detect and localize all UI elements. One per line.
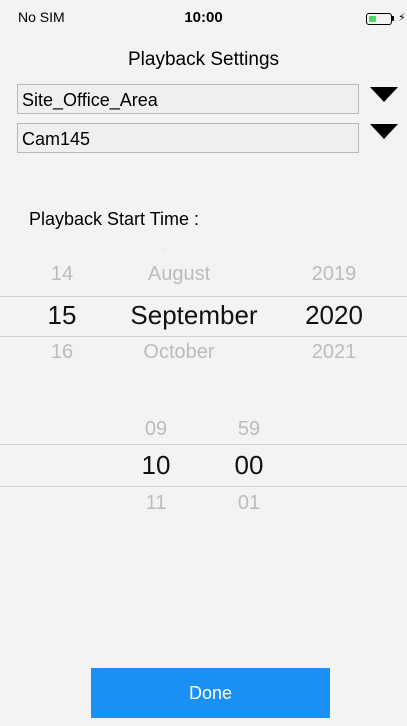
site-select[interactable]: Site_Office_Area bbox=[17, 84, 359, 114]
time-picker-top-line bbox=[0, 444, 407, 445]
hour-next[interactable]: 11 bbox=[126, 492, 186, 515]
camera-select-value: Cam145 bbox=[22, 129, 91, 149]
month-prev[interactable]: August bbox=[104, 263, 254, 286]
minute-prev[interactable]: 59 bbox=[219, 418, 279, 441]
site-dropdown-icon[interactable] bbox=[370, 87, 398, 102]
camera-select[interactable]: Cam145 bbox=[17, 123, 359, 153]
hour-selected[interactable]: 10 bbox=[126, 450, 186, 481]
camera-dropdown-icon[interactable] bbox=[370, 124, 398, 139]
site-select-value: Site_Office_Area bbox=[22, 90, 158, 110]
date-picker-far-top: - bbox=[162, 240, 168, 256]
time-picker-bottom-line bbox=[0, 486, 407, 487]
battery-level bbox=[369, 16, 376, 22]
start-time-label: Playback Start Time : bbox=[29, 209, 200, 229]
year-prev[interactable]: 2019 bbox=[294, 263, 374, 286]
battery-icon bbox=[366, 13, 392, 25]
year-selected[interactable]: 2020 bbox=[294, 300, 374, 331]
done-button[interactable]: Done bbox=[91, 668, 330, 718]
status-time: 10:00 bbox=[184, 9, 223, 26]
page-title: Playback Settings bbox=[127, 49, 280, 70]
date-picker-top-line bbox=[0, 296, 407, 297]
date-picker-bottom-line bbox=[0, 336, 407, 337]
month-next[interactable]: October bbox=[104, 341, 254, 364]
hour-prev[interactable]: 09 bbox=[126, 418, 186, 441]
day-next[interactable]: 16 bbox=[34, 341, 90, 364]
battery-tip bbox=[392, 16, 394, 21]
minute-next[interactable]: 01 bbox=[219, 492, 279, 515]
bolt-icon: ⚡ bbox=[398, 12, 406, 24]
day-selected[interactable]: 15 bbox=[34, 300, 90, 331]
day-prev[interactable]: 14 bbox=[34, 263, 90, 286]
year-next[interactable]: 2021 bbox=[294, 341, 374, 364]
minute-selected[interactable]: 00 bbox=[219, 450, 279, 481]
month-selected[interactable]: September bbox=[104, 300, 284, 331]
status-bar: No SIM 10:00 ⚡ bbox=[0, 0, 407, 34]
